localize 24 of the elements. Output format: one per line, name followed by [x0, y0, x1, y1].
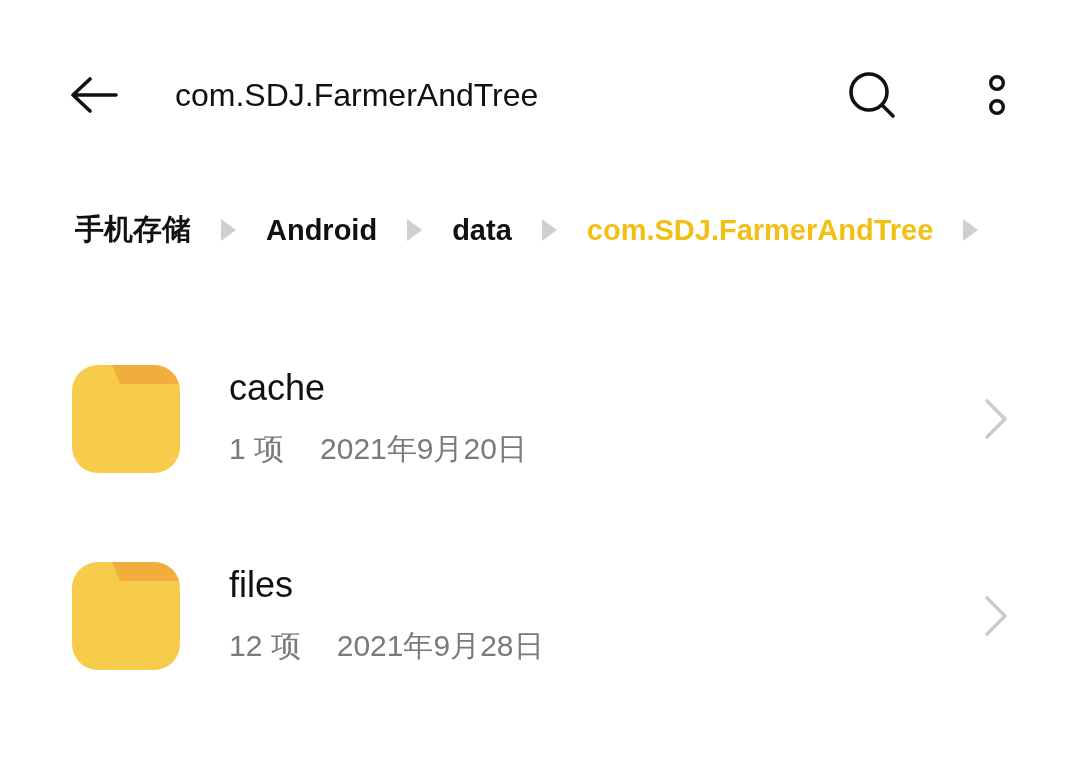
caret-icon — [963, 219, 979, 241]
chevron-right-icon — [984, 594, 1008, 637]
chevron-right-icon — [984, 397, 1008, 440]
breadcrumb-link[interactable]: data — [452, 213, 512, 247]
back-arrow-icon — [70, 77, 118, 113]
more-button[interactable] — [988, 75, 1006, 115]
back-button[interactable] — [70, 77, 118, 113]
more-icon — [988, 75, 1006, 115]
folder-icon — [72, 364, 180, 473]
item-count: 12 项 — [229, 628, 301, 664]
search-icon — [848, 71, 896, 119]
breadcrumb-link[interactable]: Android — [266, 213, 378, 247]
item-count: 1 项 — [229, 431, 285, 467]
folder-title: com.SDJ.FarmerAndTree — [175, 76, 540, 114]
breadcrumb-link[interactable]: 手机存储 — [75, 210, 191, 250]
caret-icon — [221, 219, 236, 241]
folder-name[interactable]: files — [229, 564, 294, 606]
search-button[interactable] — [848, 71, 896, 119]
folder-name[interactable]: cache — [229, 367, 326, 409]
modified-date: 2021年9月28日 — [336, 628, 544, 664]
caret-icon — [407, 219, 423, 241]
folder-icon — [72, 561, 180, 670]
modified-date: 2021年9月20日 — [320, 431, 527, 467]
caret-icon — [541, 219, 557, 241]
